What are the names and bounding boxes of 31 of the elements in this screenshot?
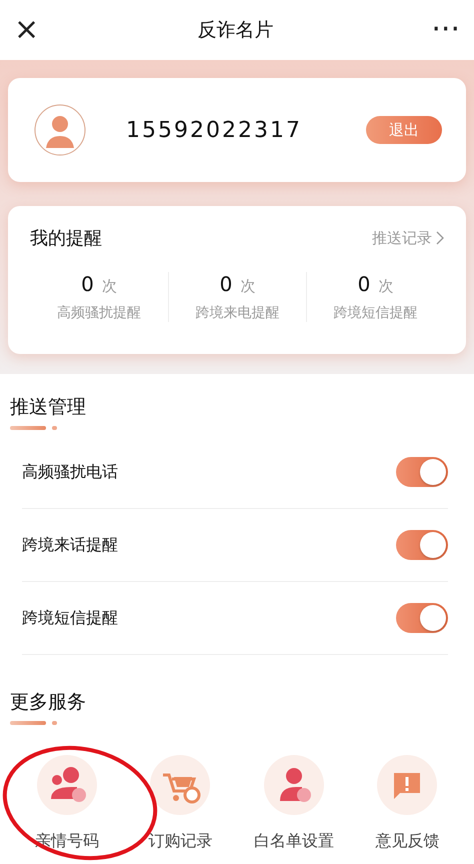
count-value: 0 <box>81 272 94 296</box>
setting-label: 跨境来话提醒 <box>22 534 118 556</box>
user-check-icon <box>264 755 324 815</box>
setting-label: 跨境短信提醒 <box>22 608 118 628</box>
cart-icon <box>150 755 210 815</box>
count-value: 0 <box>220 272 232 296</box>
service-item[interactable]: 意见反馈 <box>350 755 464 852</box>
phone-number: 15592022317 <box>126 118 303 142</box>
section-title: 推送管理 <box>10 395 87 420</box>
toggle-switch[interactable] <box>396 457 448 487</box>
count-value: 0 <box>358 272 370 296</box>
more-button[interactable]: ··· <box>427 15 464 45</box>
toggle-switch[interactable] <box>396 530 448 560</box>
avatar-icon <box>34 104 86 156</box>
toggle-switch[interactable] <box>396 603 448 633</box>
chevron-icon <box>436 231 444 245</box>
page-title: 反诈名片 <box>197 18 274 43</box>
feedback-icon <box>377 755 438 815</box>
section-title: 我的提醒 <box>30 227 102 250</box>
count-unit: 次 <box>240 277 256 296</box>
count-unit: 次 <box>102 277 117 296</box>
count-unit: 次 <box>378 277 394 296</box>
section-title: 更多服务 <box>10 690 87 715</box>
service-item[interactable]: 订购记录 <box>124 755 237 852</box>
close-button[interactable]: × <box>10 15 44 45</box>
stat-label: 跨境来电提醒 <box>196 304 280 322</box>
stat-label: 高频骚扰提醒 <box>57 304 141 322</box>
service-item[interactable]: 白名单设置 <box>237 755 350 852</box>
family-icon <box>36 755 97 815</box>
setting-label: 高频骚扰电话 <box>22 462 118 482</box>
stat-label: 跨境短信提醒 <box>334 304 418 322</box>
